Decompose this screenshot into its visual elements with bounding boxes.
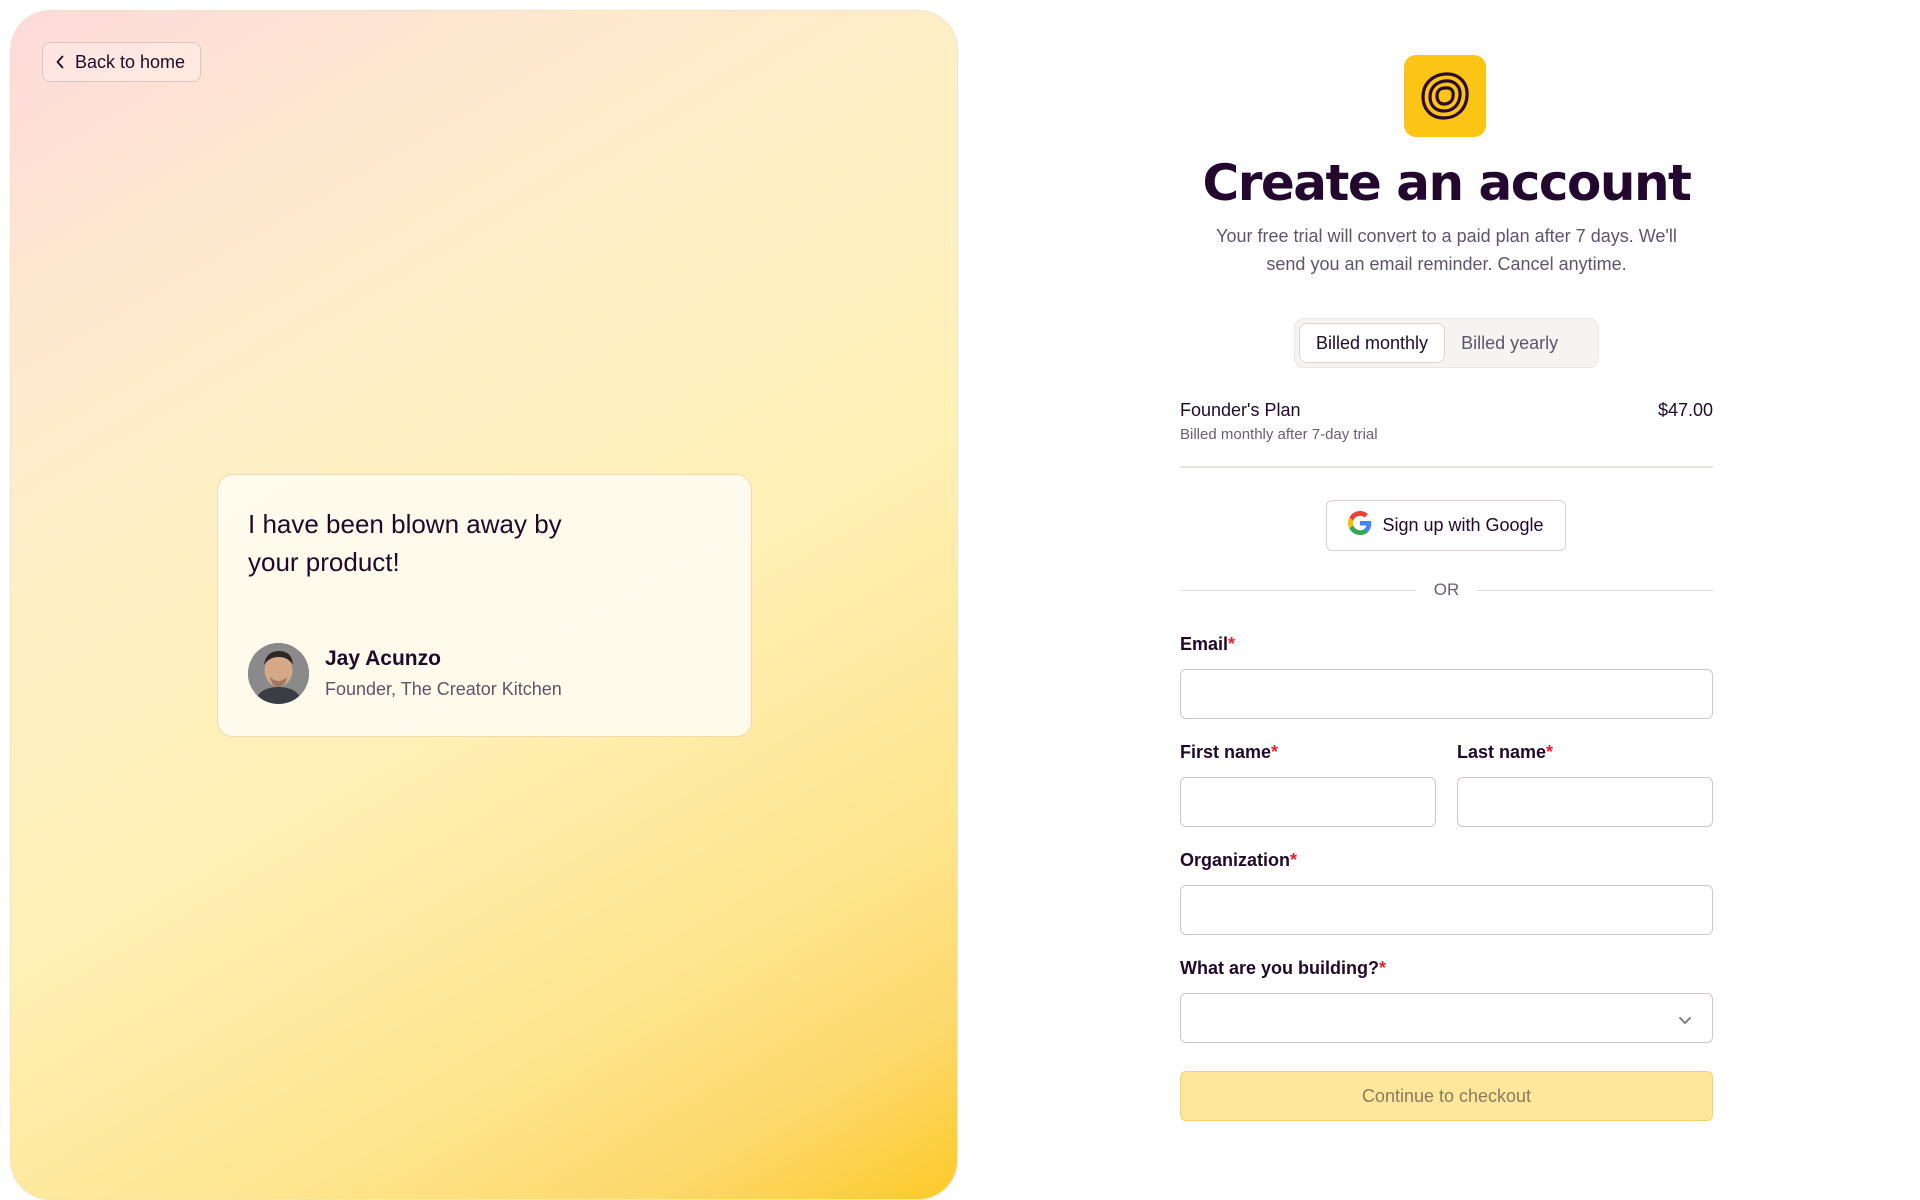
email-field[interactable] xyxy=(1180,669,1713,719)
avatar xyxy=(248,643,309,704)
billed-yearly-option[interactable]: Billed yearly xyxy=(1445,323,1574,363)
last-name-label-text: Last name xyxy=(1457,742,1547,762)
required-mark: * xyxy=(1228,634,1236,654)
required-mark: * xyxy=(1271,742,1279,762)
last-name-field[interactable] xyxy=(1457,777,1713,827)
organization-label-text: Organization xyxy=(1180,850,1291,870)
continue-to-checkout-button[interactable]: Continue to checkout xyxy=(1180,1071,1713,1121)
building-label: What are you building?* xyxy=(1180,958,1386,979)
google-signup-label: Sign up with Google xyxy=(1382,515,1544,535)
organization-field[interactable] xyxy=(1180,885,1713,935)
divider-line xyxy=(1180,589,1416,591)
divider-line xyxy=(1477,589,1713,591)
required-mark: * xyxy=(1379,958,1387,978)
billing-period-toggle: Billed monthly Billed yearly xyxy=(1294,318,1599,368)
required-mark: * xyxy=(1290,850,1298,870)
testimonial-quote: I have been blown away by your product! xyxy=(248,509,562,577)
first-name-label: First name* xyxy=(1180,742,1278,763)
or-label: OR xyxy=(1433,580,1460,599)
back-to-home-button[interactable]: Back to home xyxy=(42,42,202,82)
plan-summary: Founder's Plan Billed monthly after 7-da… xyxy=(1180,398,1713,468)
required-mark: * xyxy=(1546,742,1554,762)
chevron-down-icon xyxy=(1678,1012,1692,1030)
plan-price: $47.00 xyxy=(1657,400,1713,420)
author-title: Founder, The Creator Kitchen xyxy=(325,679,562,699)
page-title: Create an account xyxy=(1202,154,1692,212)
first-name-field[interactable] xyxy=(1180,777,1436,827)
plan-billing-detail: Billed monthly after 7-day trial xyxy=(1180,426,1378,443)
testimonial-author: Jay Acunzo Founder, The Creator Kitchen xyxy=(248,643,562,704)
building-select[interactable] xyxy=(1180,993,1713,1043)
author-name: Jay Acunzo xyxy=(325,647,441,670)
testimonial-card: I have been blown away by your product! … xyxy=(217,474,752,737)
testimonial-panel: Back to home I have been blown away by y… xyxy=(10,10,958,1200)
page-subtitle: Your free trial will convert to a paid p… xyxy=(1216,226,1677,274)
google-signup-button[interactable]: Sign up with Google xyxy=(1326,500,1566,551)
email-label-text: Email xyxy=(1180,634,1229,654)
signup-form-panel: Create an account Your free trial will c… xyxy=(1180,0,1713,1200)
back-to-home-label: Back to home xyxy=(75,51,186,72)
or-divider: OR xyxy=(1180,580,1713,600)
building-label-text: What are you building? xyxy=(1180,958,1379,978)
brand-logo-icon xyxy=(1404,55,1486,137)
plan-name: Founder's Plan xyxy=(1180,400,1301,420)
email-label: Email* xyxy=(1180,634,1235,655)
google-icon xyxy=(1348,511,1372,540)
last-name-label: Last name* xyxy=(1457,742,1553,763)
billed-monthly-option[interactable]: Billed monthly xyxy=(1299,323,1446,363)
organization-label: Organization* xyxy=(1180,850,1297,871)
chevron-left-icon xyxy=(55,55,67,69)
first-name-label-text: First name xyxy=(1180,742,1272,762)
